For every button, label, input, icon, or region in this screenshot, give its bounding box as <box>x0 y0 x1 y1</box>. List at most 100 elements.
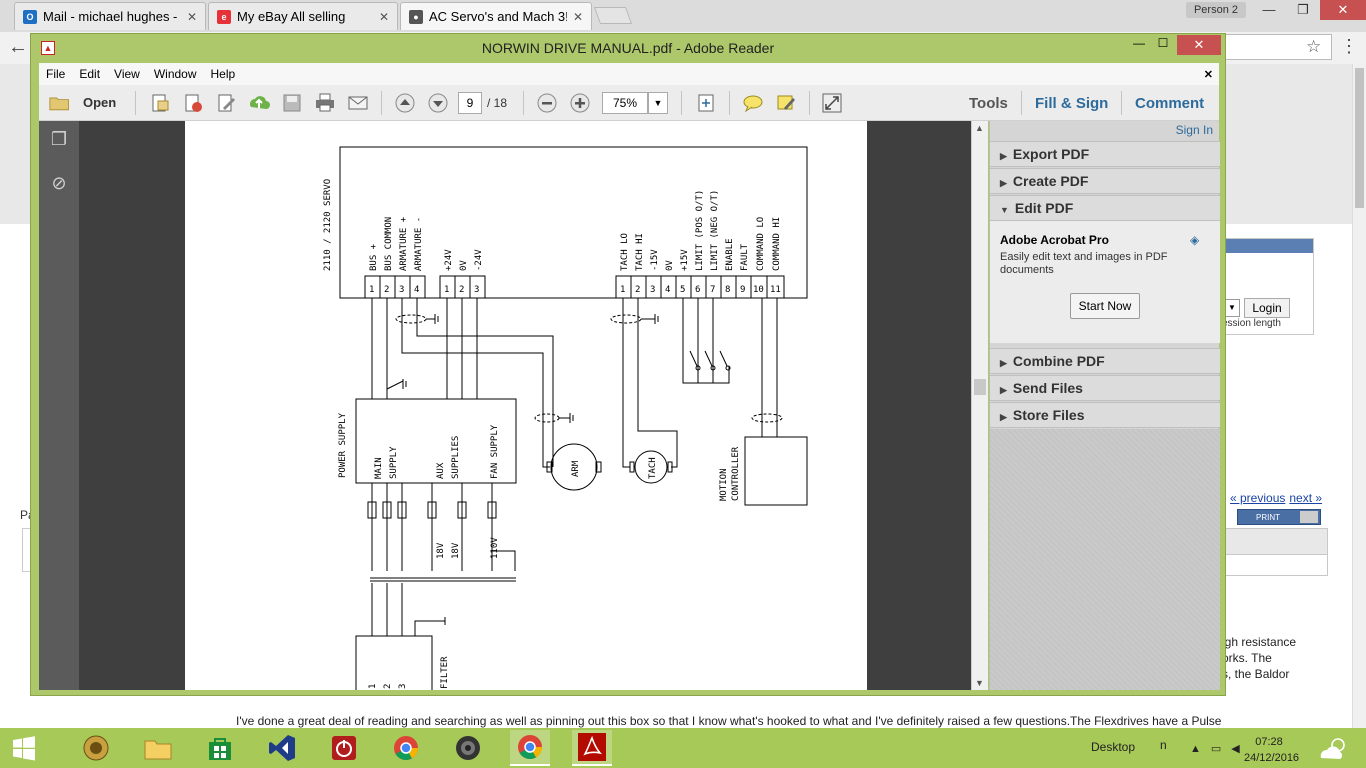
new-tab-button[interactable] <box>593 7 633 24</box>
next-page-icon[interactable] <box>427 92 449 114</box>
edit-pdf-panel[interactable]: ▼ Edit PDF <box>990 195 1220 221</box>
scroll-up-icon[interactable]: ▲ <box>975 123 984 133</box>
tach-label: TACH <box>648 457 658 479</box>
post-body: I've done a great deal of reading and se… <box>236 714 1222 728</box>
menu-icon[interactable]: ⋮ <box>1340 36 1358 57</box>
create-pdf-icon[interactable] <box>149 92 171 114</box>
chevron-up-icon[interactable]: ▲ <box>1190 743 1211 755</box>
scroll-down-icon[interactable]: ▼ <box>975 678 984 688</box>
clock-date: 24/12/2016 <box>1244 752 1300 764</box>
previous-page-icon[interactable] <box>394 92 416 114</box>
close-icon[interactable]: ✕ <box>573 10 583 24</box>
create-pdf-panel[interactable]: ▶ Create PDF <box>990 168 1220 194</box>
minimize-icon[interactable]: — <box>1252 0 1286 20</box>
fit-page-icon[interactable] <box>695 92 717 114</box>
close-icon[interactable]: ✕ <box>1177 35 1221 55</box>
export-pdf-panel[interactable]: ▶ Export PDF <box>990 141 1220 167</box>
start-now-button[interactable]: Start Now <box>1070 293 1140 319</box>
sign-in-link[interactable]: Sign In <box>1176 123 1213 137</box>
tab-ac-servos[interactable]: ● AC Servo's and Mach 3! ✕ <box>400 2 592 30</box>
menu-view[interactable]: View <box>107 67 147 81</box>
app-icon[interactable] <box>76 730 116 766</box>
network-icon[interactable]: ▭ <box>1211 743 1231 755</box>
visual-studio-icon[interactable] <box>262 730 302 766</box>
menu-file[interactable]: File <box>39 67 72 81</box>
send-files-panel[interactable]: ▶ Send Files <box>990 375 1220 401</box>
highlight-icon[interactable] <box>775 92 797 114</box>
close-document-icon[interactable]: ✕ <box>1204 68 1219 81</box>
open-button[interactable]: Open <box>83 95 116 110</box>
maximize-icon[interactable]: ❐ <box>1286 0 1320 20</box>
menu-edit[interactable]: Edit <box>72 67 107 81</box>
network-toolbar-label[interactable]: n <box>1160 738 1167 752</box>
pdf-page: 2110 / 2120 SERVO BUS + BUS COMMON ARMAT… <box>185 121 867 690</box>
previous-link[interactable]: « previous <box>1230 491 1285 505</box>
next-link[interactable]: next » <box>1289 491 1322 505</box>
close-icon[interactable]: ✕ <box>1320 0 1366 20</box>
upload-icon[interactable] <box>248 92 270 114</box>
toolbar-separator <box>809 91 810 115</box>
back-arrow-icon[interactable]: ← <box>8 36 28 59</box>
minimize-icon[interactable]: — <box>1129 36 1149 50</box>
page-scrollbar[interactable] <box>1352 64 1366 728</box>
windows-start-icon[interactable] <box>4 730 44 766</box>
star-icon[interactable]: ☆ <box>1306 37 1321 57</box>
maximize-icon[interactable]: ☐ <box>1153 36 1173 50</box>
navigation-pane: ❐ ⊘ <box>39 121 79 690</box>
tools-link[interactable]: Tools <box>969 95 1008 112</box>
person-badge[interactable]: Person 2 <box>1185 2 1246 18</box>
comment-icon[interactable] <box>742 92 764 114</box>
menu-window[interactable]: Window <box>147 67 204 81</box>
menu-help[interactable]: Help <box>204 67 243 81</box>
adobe-reader-taskbar-icon[interactable] <box>572 730 612 766</box>
close-icon[interactable]: ✕ <box>379 10 389 24</box>
scroll-thumb[interactable] <box>974 379 986 395</box>
edit-icon[interactable] <box>215 92 237 114</box>
page-number-input[interactable]: 9 <box>458 92 482 114</box>
motion-controller-label: CONTROLLER <box>731 446 741 501</box>
zoom-field[interactable]: 75% <box>602 92 648 114</box>
post-line: s, the Baldor <box>1222 667 1290 681</box>
chrome-window-icon[interactable] <box>510 730 550 766</box>
chevron-down-icon[interactable]: ▼ <box>648 92 668 114</box>
folder-icon[interactable] <box>49 92 75 114</box>
scroll-thumb[interactable] <box>1355 68 1364 208</box>
attachment-icon[interactable]: ⊘ <box>47 173 71 197</box>
desktop-toolbar-label[interactable]: Desktop <box>1091 740 1135 754</box>
power-supply-label: POWER SUPPLY <box>338 412 348 478</box>
login-button[interactable]: Login <box>1244 298 1290 318</box>
document-scrollbar[interactable]: ▲ ▼ <box>971 121 988 690</box>
document-area[interactable]: 2110 / 2120 SERVO BUS + BUS COMMON ARMAT… <box>79 121 971 690</box>
comment-link[interactable]: Comment <box>1135 95 1204 112</box>
print-button[interactable]: PRINT <box>1237 509 1321 525</box>
filter-label: FILTER <box>440 656 450 689</box>
speaker-app-icon[interactable] <box>448 730 488 766</box>
fullscreen-icon[interactable] <box>821 92 843 114</box>
zoom-in-icon[interactable] <box>569 92 591 114</box>
login-select[interactable]: ▼ <box>1224 299 1240 317</box>
close-icon[interactable]: ✕ <box>187 10 197 24</box>
term-num: 3 <box>399 285 404 295</box>
chevron-right-icon: ▶ <box>1000 358 1007 368</box>
zoom-out-icon[interactable] <box>536 92 558 114</box>
save-icon[interactable] <box>281 92 303 114</box>
tab-mail[interactable]: O Mail - michael hughes - © ✕ <box>14 2 206 30</box>
weather-icon[interactable] <box>1316 734 1350 764</box>
term-label: 0V <box>459 260 469 271</box>
term-num: 2 <box>635 285 640 295</box>
chrome-icon[interactable] <box>386 730 426 766</box>
print-icon[interactable] <box>314 92 336 114</box>
clock[interactable]: 07:28 24/12/2016 <box>1244 734 1300 766</box>
email-icon[interactable] <box>347 92 369 114</box>
store-icon[interactable] <box>200 730 240 766</box>
file-explorer-icon[interactable] <box>138 730 178 766</box>
combine-pdf-panel[interactable]: ▶ Combine PDF <box>990 348 1220 374</box>
fill-sign-link[interactable]: Fill & Sign <box>1035 95 1108 112</box>
store-files-panel[interactable]: ▶ Store Files <box>990 402 1220 428</box>
tab-ebay[interactable]: e My eBay All selling ✕ <box>208 2 398 30</box>
reader-titlebar[interactable]: ▲ NORWIN DRIVE MANUAL.pdf - Adobe Reader… <box>31 34 1225 63</box>
pages-icon[interactable]: ❐ <box>47 129 71 153</box>
power-app-icon[interactable] <box>324 730 364 766</box>
export-pdf-icon[interactable] <box>182 92 204 114</box>
tab-label: My eBay All selling <box>237 9 346 24</box>
